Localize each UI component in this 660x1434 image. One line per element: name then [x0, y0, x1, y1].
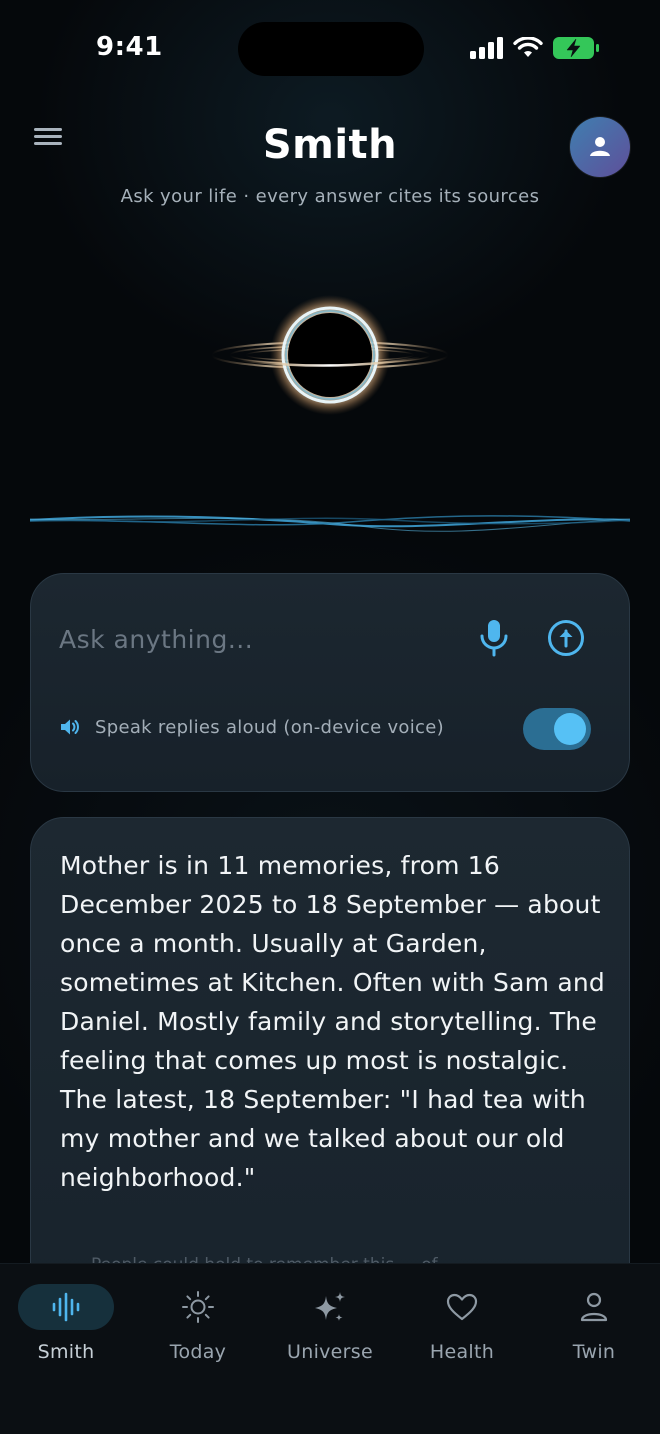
page-title: Smith [262, 122, 398, 168]
tab-label: Universe [287, 1341, 373, 1363]
tab-universe[interactable]: Universe [264, 1284, 396, 1384]
waveform-icon [48, 1290, 84, 1324]
sun-icon [180, 1290, 216, 1324]
tab-label: Today [169, 1341, 227, 1363]
microphone-button[interactable] [477, 618, 511, 658]
status-time: 9:41 [96, 32, 163, 62]
speak-replies-row: Speak replies aloud (on-device voice) [59, 712, 444, 742]
status-bar: 9:41 [0, 0, 660, 96]
tab-health[interactable]: Health [396, 1284, 528, 1384]
toggle-knob [554, 713, 586, 745]
cellular-signal-icon [470, 37, 503, 59]
black-hole-orb [211, 295, 449, 415]
answer-card: Mother is in 11 memories, from 16 Decemb… [30, 817, 630, 1337]
tab-twin[interactable]: Twin [528, 1284, 660, 1384]
status-icons [470, 36, 600, 60]
send-button[interactable] [546, 618, 586, 658]
microphone-icon [480, 620, 508, 657]
speaker-icon [61, 719, 79, 735]
tab-label: Health [429, 1341, 495, 1363]
wifi-icon [513, 37, 543, 57]
profile-avatar-button[interactable] [570, 117, 630, 177]
ask-card: Speak replies aloud (on-device voice) [30, 573, 630, 792]
battery-charging-icon [553, 37, 599, 59]
heart-icon [444, 1290, 480, 1324]
arrow-up-circle-icon [548, 620, 584, 656]
page-subtitle: Ask your life · every answer cites its s… [120, 186, 540, 207]
answer-text: Mother is in 11 memories, from 16 Decemb… [60, 851, 605, 1192]
tab-label: Twin [572, 1341, 616, 1363]
tab-label: Smith [37, 1341, 95, 1363]
tab-smith[interactable]: Smith [0, 1284, 132, 1384]
voice-waveform [30, 515, 630, 532]
speak-replies-toggle[interactable] [523, 708, 591, 750]
ask-input[interactable] [59, 616, 459, 662]
person-icon [576, 1290, 612, 1324]
person-icon [590, 137, 610, 156]
tab-bar: Smith Today Universe Health Twin [0, 1263, 660, 1434]
tab-today[interactable]: Today [132, 1284, 264, 1384]
dynamic-island [238, 22, 424, 76]
speak-replies-label: Speak replies aloud (on-device voice) [95, 716, 444, 738]
sparkles-icon [312, 1290, 348, 1324]
